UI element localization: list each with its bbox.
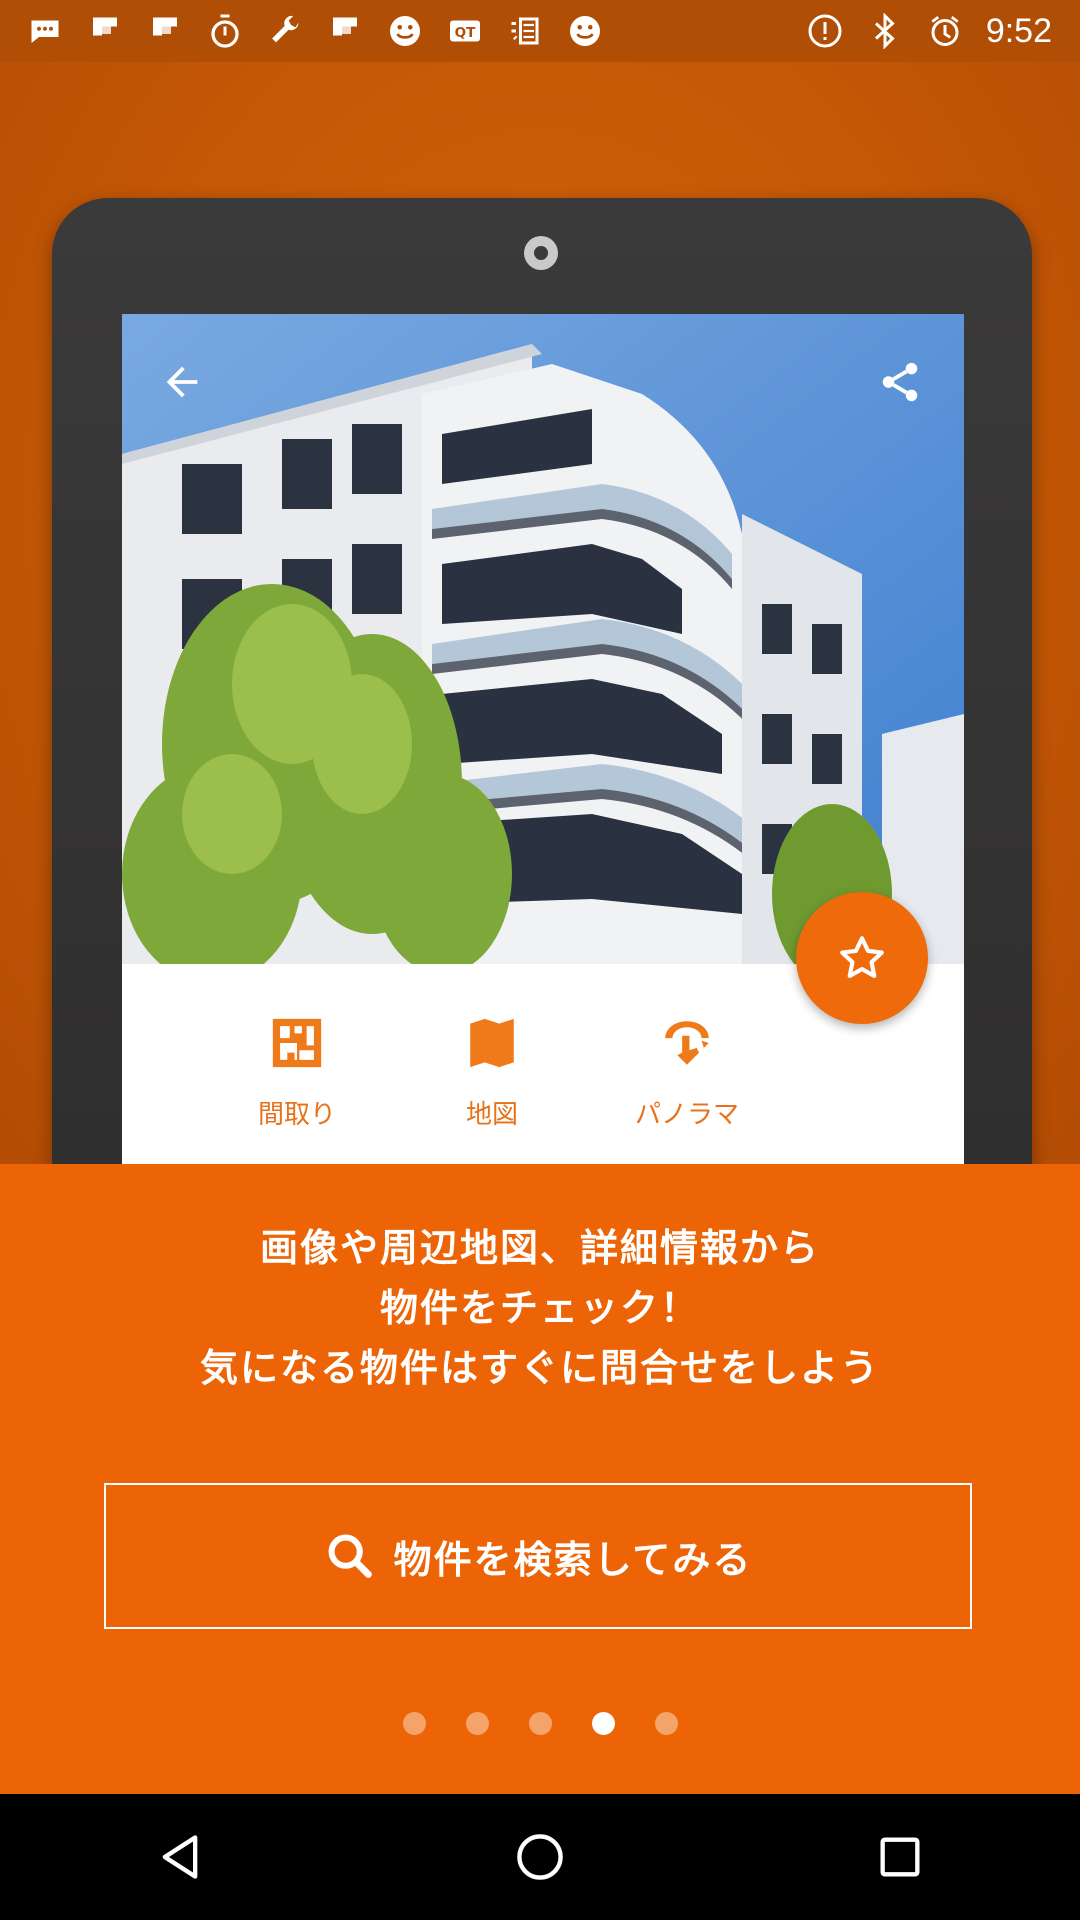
back-triangle-icon bbox=[162, 1835, 198, 1879]
search-icon bbox=[328, 1534, 372, 1578]
tablet-screen: 間取り 地図 パノラマ bbox=[122, 314, 964, 1164]
feature-map[interactable]: 地図 bbox=[407, 1014, 577, 1144]
qr-app-icon: QT bbox=[446, 12, 484, 50]
recents-square-icon bbox=[880, 1837, 920, 1877]
favorite-button[interactable] bbox=[796, 892, 928, 1024]
page-dot[interactable] bbox=[654, 1712, 678, 1735]
tablet-frame: 間取り 地図 パノラマ bbox=[52, 198, 1032, 1164]
smiley-icon bbox=[566, 12, 604, 50]
property-photo bbox=[122, 314, 964, 964]
smiley-icon bbox=[386, 12, 424, 50]
star-icon bbox=[840, 936, 884, 978]
chat-bubble-icon bbox=[26, 12, 64, 50]
share-icon[interactable] bbox=[874, 356, 926, 408]
system-icons: 9:52 bbox=[806, 12, 1080, 51]
panorama-icon bbox=[665, 1021, 709, 1065]
page-dot[interactable] bbox=[528, 1712, 552, 1735]
bluetooth-icon bbox=[866, 12, 904, 50]
feature-row: 間取り 地図 パノラマ bbox=[212, 1014, 772, 1144]
sake-icon bbox=[506, 12, 544, 50]
page-dot[interactable] bbox=[402, 1712, 426, 1735]
status-bar: QT 9:52 bbox=[0, 0, 1080, 62]
floorplan-icon bbox=[272, 1018, 322, 1068]
flipboard-icon bbox=[326, 12, 364, 50]
home-circle-icon bbox=[517, 1834, 563, 1880]
tablet-camera bbox=[524, 236, 558, 270]
svg-text:QT: QT bbox=[455, 25, 476, 41]
flipboard-icon bbox=[146, 12, 184, 50]
alert-icon bbox=[806, 12, 844, 50]
stopwatch-icon bbox=[206, 12, 244, 50]
feature-label-floorplan: 間取り bbox=[257, 1100, 336, 1130]
description-line: 気になる物件はすぐに問合せをしよう bbox=[199, 1346, 880, 1390]
feature-label-map: 地図 bbox=[465, 1100, 518, 1130]
notification-icons: QT bbox=[0, 12, 604, 50]
clock: 9:52 bbox=[985, 11, 1052, 50]
flipboard-icon bbox=[86, 12, 124, 50]
hero-illustration: 間取り 地図 パノラマ bbox=[0, 62, 1080, 1164]
search-properties-button[interactable]: 物件を検索してみる bbox=[104, 1483, 972, 1629]
alarm-icon bbox=[926, 12, 964, 50]
page-dot-active[interactable] bbox=[591, 1712, 615, 1735]
map-icon bbox=[470, 1018, 514, 1068]
intro-panel: 画像や周辺地図、詳細情報から 物件をチェック！ 気になる物件はすぐに問合せをしよ… bbox=[0, 1164, 1080, 1794]
page-dot[interactable] bbox=[465, 1712, 489, 1735]
description-text: 画像や周辺地図、詳細情報から 物件をチェック！ 気になる物件はすぐに問合せをしよ… bbox=[0, 1218, 1080, 1398]
back-arrow-icon[interactable] bbox=[156, 356, 208, 408]
description-line: 画像や周辺地図、詳細情報から bbox=[259, 1226, 820, 1270]
page-indicator bbox=[0, 1712, 1080, 1738]
search-button-label: 物件を検索してみる bbox=[393, 1537, 753, 1582]
description-line: 物件をチェック！ bbox=[379, 1286, 700, 1330]
feature-floorplan[interactable]: 間取り bbox=[212, 1014, 382, 1144]
wrench-icon bbox=[266, 12, 304, 50]
feature-panorama[interactable]: パノラマ bbox=[602, 1014, 772, 1144]
nav-back-button[interactable] bbox=[130, 1807, 230, 1907]
feature-label-panorama: パノラマ bbox=[634, 1100, 739, 1130]
nav-home-button[interactable] bbox=[490, 1807, 590, 1907]
navigation-bar bbox=[0, 1794, 1080, 1920]
nav-recents-button[interactable] bbox=[850, 1807, 950, 1907]
